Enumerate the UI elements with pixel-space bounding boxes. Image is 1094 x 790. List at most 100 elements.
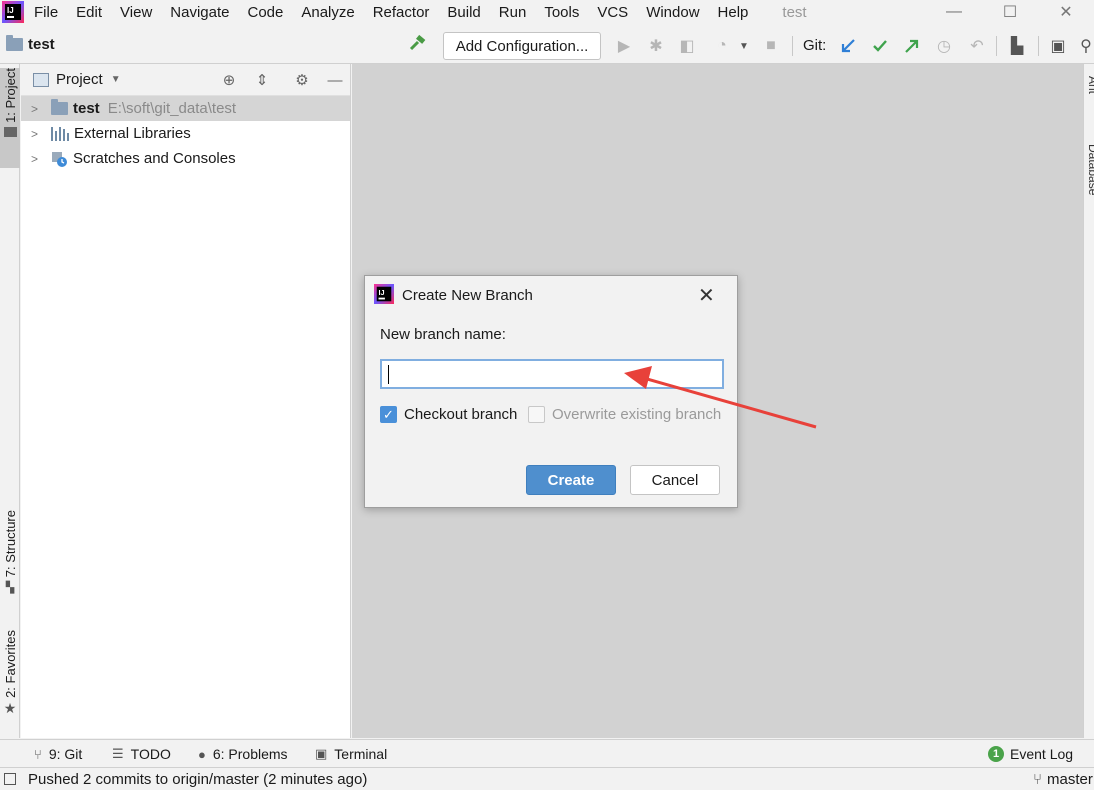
checkbox-unchecked-icon[interactable] [528,406,545,423]
menu-tools[interactable]: Tools [544,4,579,21]
branch-name-input[interactable] [380,359,724,389]
problems-tool-tab[interactable]: ● 6: Problems [198,746,288,762]
close-icon[interactable]: ✕ [698,283,715,308]
menu-navigate[interactable]: Navigate [170,4,229,21]
libraries-icon [51,126,69,141]
status-message[interactable]: Pushed 2 commits to origin/master (2 min… [28,771,367,788]
menu-code[interactable]: Code [247,4,283,21]
menu-bar: IJ File Edit View Navigate Code Analyze … [0,0,1094,24]
tree-item-external-libraries[interactable]: > External Libraries [21,121,350,146]
build-hammer-icon[interactable] [408,34,428,54]
chevron-right-icon[interactable]: > [31,102,43,116]
project-panel-header: Project ▼ ⊕ ⇕ ⚙ — [21,64,350,96]
project-structure-icon[interactable]: ▙ [1007,36,1027,56]
git-branch-icon: ⑂ [1033,771,1043,788]
overwrite-branch-label: Overwrite existing branch [552,406,722,423]
menu-edit[interactable]: Edit [76,4,102,21]
tree-item-label: test [73,100,100,117]
view-dropdown-icon[interactable]: ▼ [111,74,121,85]
folder-icon [6,35,23,51]
profile-dropdown-icon[interactable]: ▼ [734,36,754,56]
project-breadcrumb[interactable]: test [6,35,55,53]
navigation-toolbar: test Add Configuration... ▶ ✱ ◧ ◔ ▼ ■ Gi… [0,28,1094,64]
toggle-tool-windows-icon[interactable] [4,773,16,785]
overwrite-branch-checkbox[interactable]: Overwrite existing branch [528,406,721,423]
coverage-icon[interactable]: ◧ [677,36,697,56]
structure-tab-label: 7: Structure [2,510,18,578]
gear-icon[interactable]: ⚙ [293,71,311,89]
event-log-label: Event Log [1010,746,1074,762]
git-branch-widget[interactable]: ⑂ master [1033,771,1093,788]
cancel-button[interactable]: Cancel [630,465,720,495]
add-configuration-button[interactable]: Add Configuration... [443,32,601,60]
checkbox-checked-icon[interactable]: ✓ [380,406,397,423]
locate-icon[interactable]: ⊕ [220,71,238,89]
debug-icon[interactable]: ✱ [646,36,666,56]
event-log-tool-tab[interactable]: 1 Event Log [988,746,1073,762]
git-commit-icon[interactable] [870,36,890,56]
status-bar: Pushed 2 commits to origin/master (2 min… [0,767,1094,790]
project-panel-title[interactable]: Project [56,71,103,88]
database-tool-tab[interactable]: Database [1086,144,1094,195]
menu-build[interactable]: Build [447,4,480,21]
ant-tool-tab[interactable]: Ant [1086,76,1094,94]
problems-icon: ● [198,746,206,762]
todo-tool-tab[interactable]: ☰ TODO [112,746,171,762]
favorites-tool-tab[interactable]: 2: Favorites ★ [0,630,20,730]
menu-file[interactable]: File [34,4,58,21]
chevron-right-icon[interactable]: > [31,127,43,141]
problems-tab-label: 6: Problems [212,746,288,762]
menu-run[interactable]: Run [499,4,527,21]
profile-icon[interactable]: ◔ [712,36,732,56]
bottom-tool-tabs: ⑂ 9: Git ☰ TODO ● 6: Problems ▣ Terminal… [0,739,1094,767]
window-title: test [782,3,807,21]
project-tool-tab[interactable]: 1: Project [0,68,20,168]
toolbar-separator [996,36,997,56]
git-tool-tab[interactable]: ⑂ 9: Git [34,746,82,762]
create-button[interactable]: Create [526,465,616,495]
star-icon: ★ [3,699,17,716]
run-anything-icon[interactable]: ▣ [1048,36,1068,56]
menu-vcs[interactable]: VCS [597,4,628,21]
terminal-tool-tab[interactable]: ▣ Terminal [315,746,387,762]
stop-icon[interactable]: ■ [761,36,781,56]
branch-name-label: New branch name: [380,326,506,343]
menu-analyze[interactable]: Analyze [301,4,354,21]
git-history-icon[interactable]: ◷ [934,36,954,56]
chevron-right-icon[interactable]: > [31,152,43,166]
search-everywhere-icon[interactable]: ⚲ [1076,36,1094,56]
branch-name: master [1047,771,1093,788]
menu-window[interactable]: Window [646,4,699,21]
git-tab-label: 9: Git [48,746,83,762]
terminal-icon: ▣ [315,746,328,761]
hide-panel-icon[interactable]: — [326,71,344,89]
project-name: test [28,36,55,53]
menu-view[interactable]: View [120,4,152,21]
tree-item-scratches[interactable]: > Scratches and Consoles [21,146,350,171]
close-window-icon[interactable]: ✕ [1038,0,1094,24]
tree-item-test[interactable]: > test E:\soft\git_data\test [21,96,350,121]
window-controls: — ☐ ✕ [926,0,1094,24]
minimize-icon[interactable]: — [926,0,982,24]
toolbar-separator [792,36,793,56]
git-push-icon[interactable] [902,36,922,56]
structure-tool-tab[interactable]: 7: Structure ▚ [0,510,20,610]
git-label: Git: [803,37,827,54]
tree-item-label: External Libraries [74,125,191,142]
text-caret [388,365,389,384]
project-view-icon [33,73,49,87]
run-icon[interactable]: ▶ [614,36,634,56]
menu-help[interactable]: Help [718,4,749,21]
menu-refactor[interactable]: Refactor [373,4,430,21]
tree-item-path: E:\soft\git_data\test [107,100,237,117]
git-rollback-icon[interactable]: ↶ [967,36,987,56]
project-tab-icon [3,126,17,137]
git-update-icon[interactable] [838,36,858,56]
structure-icon: ▚ [5,582,15,595]
event-count-badge: 1 [988,746,1004,762]
right-tool-stripe: Ant Database [1083,64,1094,738]
maximize-icon[interactable]: ☐ [982,0,1038,24]
project-panel: Project ▼ ⊕ ⇕ ⚙ — > test E:\soft\git_dat… [21,64,351,738]
collapse-all-icon[interactable]: ⇕ [253,71,271,89]
checkout-branch-checkbox[interactable]: ✓ Checkout branch [380,406,517,423]
